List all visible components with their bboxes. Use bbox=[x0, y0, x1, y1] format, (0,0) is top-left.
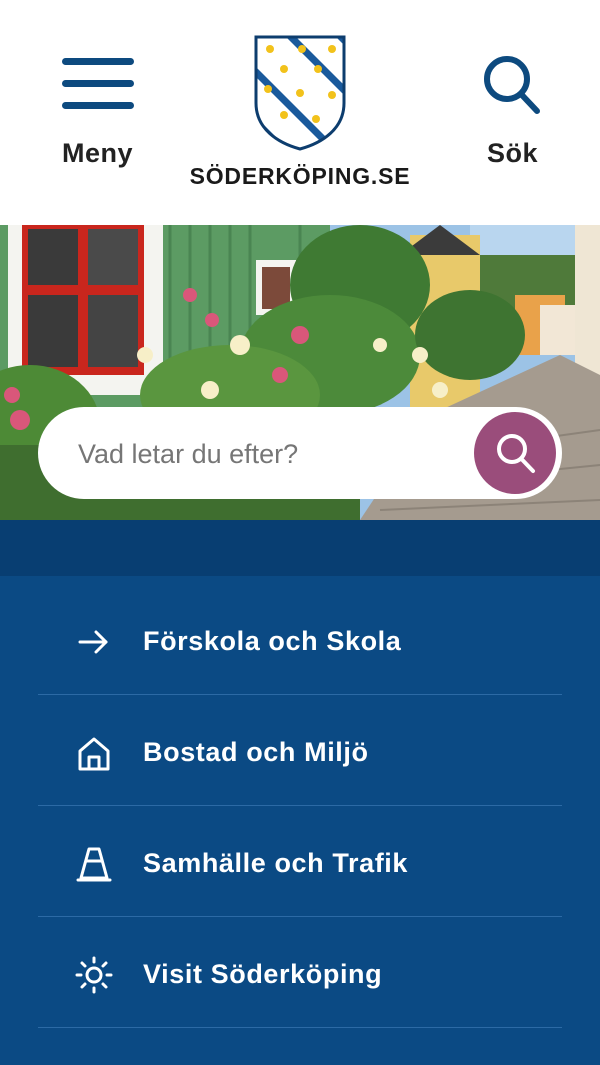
site-logo[interactable]: SÖDERKÖPING.SE bbox=[180, 35, 420, 195]
search-label: Sök bbox=[486, 138, 539, 168]
traffic-cone-icon bbox=[76, 847, 112, 882]
hamburger-icon bbox=[62, 58, 134, 110]
nav-item-forskola-och-skola[interactable]: Förskola och Skola bbox=[38, 584, 562, 695]
header-search-button[interactable]: Sök bbox=[470, 50, 555, 180]
house-icon bbox=[78, 737, 110, 771]
menu-button[interactable]: Meny bbox=[50, 50, 145, 180]
nav-item-visit-soderkoping[interactable]: Visit Söderköping bbox=[38, 917, 562, 1028]
site-header: Meny SÖDERKÖPING.SE Sök bbox=[0, 0, 600, 225]
nav-item-label: Visit Söderköping bbox=[143, 959, 383, 989]
main-navigation: Förskola och Skola Bostad och Miljö Samh… bbox=[0, 576, 600, 1065]
site-search-box bbox=[38, 407, 562, 499]
nav-item-bostad-och-miljo[interactable]: Bostad och Miljö bbox=[38, 695, 562, 806]
nav-item-label: Förskola och Skola bbox=[143, 626, 402, 656]
coat-of-arms-icon bbox=[254, 35, 346, 151]
search-icon bbox=[484, 56, 540, 114]
search-icon bbox=[497, 434, 535, 473]
search-input[interactable] bbox=[76, 429, 470, 479]
search-submit-button[interactable] bbox=[474, 412, 556, 494]
nav-item-samhalle-och-trafik[interactable]: Samhälle och Trafik bbox=[38, 806, 562, 917]
site-name: SÖDERKÖPING.SE bbox=[189, 163, 411, 189]
arrow-right-icon bbox=[78, 630, 108, 654]
nav-item-label: Samhälle och Trafik bbox=[143, 848, 408, 878]
sun-icon bbox=[75, 956, 113, 994]
nav-item-label: Bostad och Miljö bbox=[143, 737, 369, 767]
hero-bottom-band bbox=[0, 520, 600, 576]
menu-label: Meny bbox=[61, 138, 134, 168]
